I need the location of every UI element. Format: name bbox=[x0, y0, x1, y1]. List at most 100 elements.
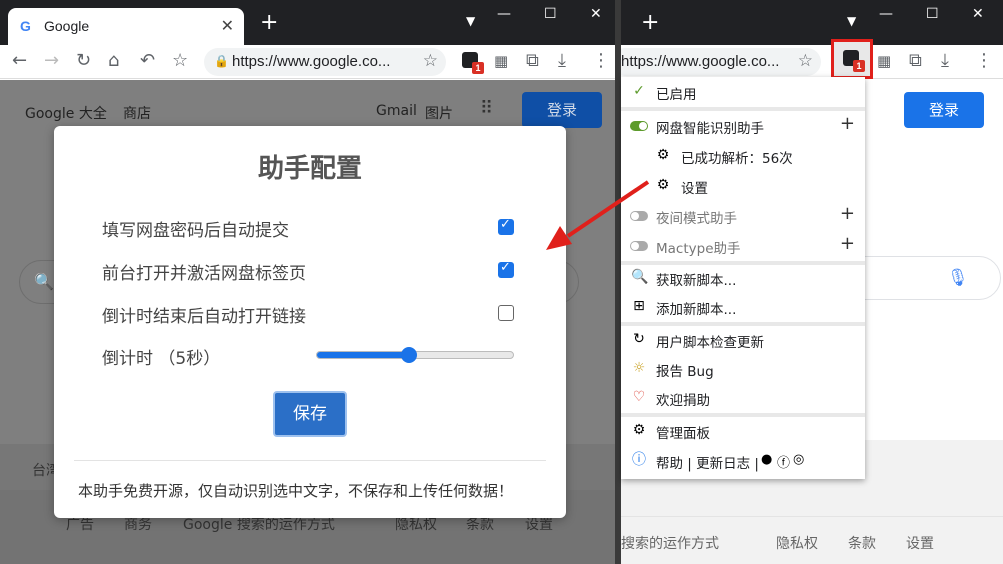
menu-help[interactable]: ⓘ 帮助 | 更新日志 | ● ⓕ ◎ bbox=[621, 446, 865, 476]
minimize-button[interactable]: — bbox=[879, 6, 893, 22]
menu-dashboard[interactable]: ⚙ 管理面板 bbox=[621, 416, 865, 446]
tab-search-icon[interactable]: ▼ bbox=[847, 14, 856, 28]
check-updates-label: 用户脚本检查更新 bbox=[656, 335, 764, 351]
menu-add-script[interactable]: ⊞ 添加新脚本... bbox=[621, 292, 865, 322]
plus-icon[interactable]: + bbox=[840, 113, 855, 134]
helper-config-dialog: 助手配置 填写网盘密码后自动提交 前台打开并激活网盘标签页 倒计时结束后自动打开… bbox=[54, 126, 566, 518]
link-images[interactable]: 图片 bbox=[425, 103, 453, 123]
close-window-button[interactable]: ✕ bbox=[972, 6, 984, 22]
donate-label: 欢迎捐助 bbox=[656, 393, 710, 409]
reload-icon[interactable]: ↻ bbox=[76, 51, 91, 71]
crop-icon[interactable]: ⧉ bbox=[909, 51, 922, 71]
link-store[interactable]: 商店 bbox=[123, 103, 151, 123]
footer-settings[interactable]: 设置 bbox=[906, 533, 934, 553]
forward-icon[interactable]: → bbox=[44, 51, 59, 71]
footer-bottom: 搜索的运作方式 隐私权 条款 设置 bbox=[621, 516, 1003, 564]
bug-icon: ☼ bbox=[632, 360, 646, 376]
login-button[interactable]: 登录 bbox=[904, 92, 984, 128]
option-auto-open-checkbox[interactable] bbox=[498, 305, 514, 321]
menu-script-night-mode[interactable]: 夜间模式助手 + bbox=[621, 201, 865, 231]
script-settings-label: 设置 bbox=[681, 181, 708, 197]
menu-kebab-icon[interactable]: ⋮ bbox=[975, 51, 993, 71]
left-tab-google[interactable]: G Google ✕ bbox=[8, 8, 244, 45]
footer-terms[interactable]: 条款 bbox=[848, 533, 876, 553]
close-window-button[interactable]: ✕ bbox=[590, 6, 602, 22]
save-button[interactable]: 保存 bbox=[273, 391, 347, 437]
apps-grid-icon[interactable]: ⠿ bbox=[480, 98, 493, 119]
menu-parse-count[interactable]: ⚙ 已成功解析：56次 bbox=[621, 141, 865, 171]
star-icon[interactable]: ☆ bbox=[423, 51, 438, 71]
undo-icon[interactable]: ↶ bbox=[140, 51, 155, 71]
crop-icon[interactable]: ⧉ bbox=[526, 51, 539, 71]
footer-privacy[interactable]: 隐私权 bbox=[776, 533, 818, 553]
facebook-icon[interactable]: ⓕ bbox=[777, 452, 790, 471]
menu-report-bug[interactable]: ☼ 报告 Bug bbox=[621, 354, 865, 384]
info-icon: ⓘ bbox=[632, 452, 646, 468]
star-icon[interactable]: ☆ bbox=[798, 51, 813, 71]
checkmark-icon: ✓ bbox=[633, 83, 645, 99]
report-bug-label: 报告 Bug bbox=[656, 364, 714, 380]
countdown-label: 倒计时 （5秒） bbox=[102, 349, 221, 369]
footer-how-search-works[interactable]: 搜索的运作方式 bbox=[621, 533, 719, 553]
highlighted-tampermonkey-button[interactable]: 1 bbox=[831, 39, 873, 79]
menu-kebab-icon[interactable]: ⋮ bbox=[592, 51, 610, 71]
menu-script-mactype[interactable]: Mactype助手 + bbox=[621, 231, 865, 261]
extension-grid-icon[interactable]: ▦ bbox=[877, 51, 891, 71]
menu-enabled[interactable]: ✓ 已启用 bbox=[621, 77, 865, 107]
slider-knob[interactable] bbox=[401, 347, 418, 363]
mactype-label: Mactype助手 bbox=[656, 241, 741, 257]
toggle-off-icon[interactable] bbox=[630, 241, 648, 251]
slider-fill bbox=[317, 352, 410, 358]
option-foreground-tab-checkbox[interactable] bbox=[498, 260, 514, 278]
tampermonkey-icon[interactable]: 1 bbox=[462, 52, 484, 74]
new-tab-button[interactable]: + bbox=[641, 12, 659, 34]
menu-script-netdisk[interactable]: 网盘智能识别助手 + bbox=[621, 111, 865, 141]
mic-icon[interactable]: 🎙 bbox=[947, 268, 969, 288]
tab-close-icon[interactable]: ✕ bbox=[221, 16, 234, 35]
menu-check-updates[interactable]: ↻ 用户脚本检查更新 bbox=[621, 325, 865, 355]
maximize-button[interactable]: ☐ bbox=[544, 6, 557, 22]
back-icon[interactable]: ← bbox=[12, 51, 27, 71]
github-icon[interactable]: ● bbox=[761, 452, 772, 467]
menu-get-scripts[interactable]: 🔍 获取新脚本... bbox=[621, 263, 865, 293]
right-address-bar[interactable]: https://www.google.co... ☆ bbox=[621, 48, 821, 76]
menu-donate[interactable]: ♡ 欢迎捐助 bbox=[621, 383, 865, 413]
download-icon[interactable]: ⤓ bbox=[941, 51, 949, 71]
toggle-off-icon[interactable] bbox=[630, 211, 648, 221]
link-google-all[interactable]: Google 大全 bbox=[25, 103, 107, 123]
plus-icon[interactable]: + bbox=[840, 203, 855, 224]
right-toolbar: https://www.google.co... ☆ 1 ▦ ⧉ ⤓ ⋮ bbox=[621, 39, 1003, 79]
left-address-bar[interactable]: 🔒 https://www.google.co... ☆ bbox=[204, 48, 446, 76]
right-title-bar: + ▼ — ☐ ✕ bbox=[621, 0, 1003, 45]
download-icon[interactable]: ⤓ bbox=[558, 51, 566, 71]
dialog-divider bbox=[74, 460, 546, 461]
menu-script-settings[interactable]: ⚙ 设置 bbox=[621, 171, 865, 201]
search-icon: 🔍 bbox=[34, 272, 54, 291]
bookmark-star-icon[interactable]: ☆ bbox=[172, 51, 188, 71]
tab-search-icon[interactable]: ▼ bbox=[466, 14, 475, 28]
toggle-on-icon[interactable] bbox=[630, 121, 648, 131]
home-icon[interactable]: ⌂ bbox=[108, 51, 119, 71]
url-text: https://www.google.co... bbox=[621, 53, 780, 70]
plus-icon[interactable]: + bbox=[840, 233, 855, 254]
new-tab-button[interactable]: + bbox=[260, 12, 278, 34]
extension-grid-icon[interactable]: ▦ bbox=[494, 51, 508, 71]
gears-icon: ⚙ bbox=[656, 147, 670, 163]
google-g-icon: G bbox=[20, 18, 31, 34]
badge-count: 1 bbox=[472, 62, 484, 74]
instagram-icon[interactable]: ◎ bbox=[793, 452, 804, 467]
link-gmail[interactable]: Gmail bbox=[376, 103, 417, 119]
refresh-icon: ↻ bbox=[633, 331, 645, 347]
add-script-label: 添加新脚本... bbox=[656, 302, 737, 318]
lock-icon: 🔒 bbox=[214, 54, 229, 68]
option-auto-submit-checkbox[interactable] bbox=[498, 217, 514, 235]
tampermonkey-menu: ✓ 已启用 网盘智能识别助手 + ⚙ 已成功解析：56次 ⚙ 设置 夜间模式助手… bbox=[621, 77, 865, 479]
minimize-button[interactable]: — bbox=[497, 6, 511, 22]
login-button[interactable]: 登录 bbox=[522, 92, 602, 128]
countdown-slider[interactable] bbox=[316, 347, 514, 363]
gears-icon: ⚙ bbox=[656, 177, 670, 193]
privacy-note: 本助手免费开源，仅自动识别选中文字，不保存和上传任何数据！ bbox=[78, 482, 514, 500]
tab-title: Google bbox=[44, 18, 90, 34]
left-title-bar: G Google ✕ + ▼ — ☐ ✕ bbox=[0, 0, 615, 45]
maximize-button[interactable]: ☐ bbox=[926, 6, 939, 22]
